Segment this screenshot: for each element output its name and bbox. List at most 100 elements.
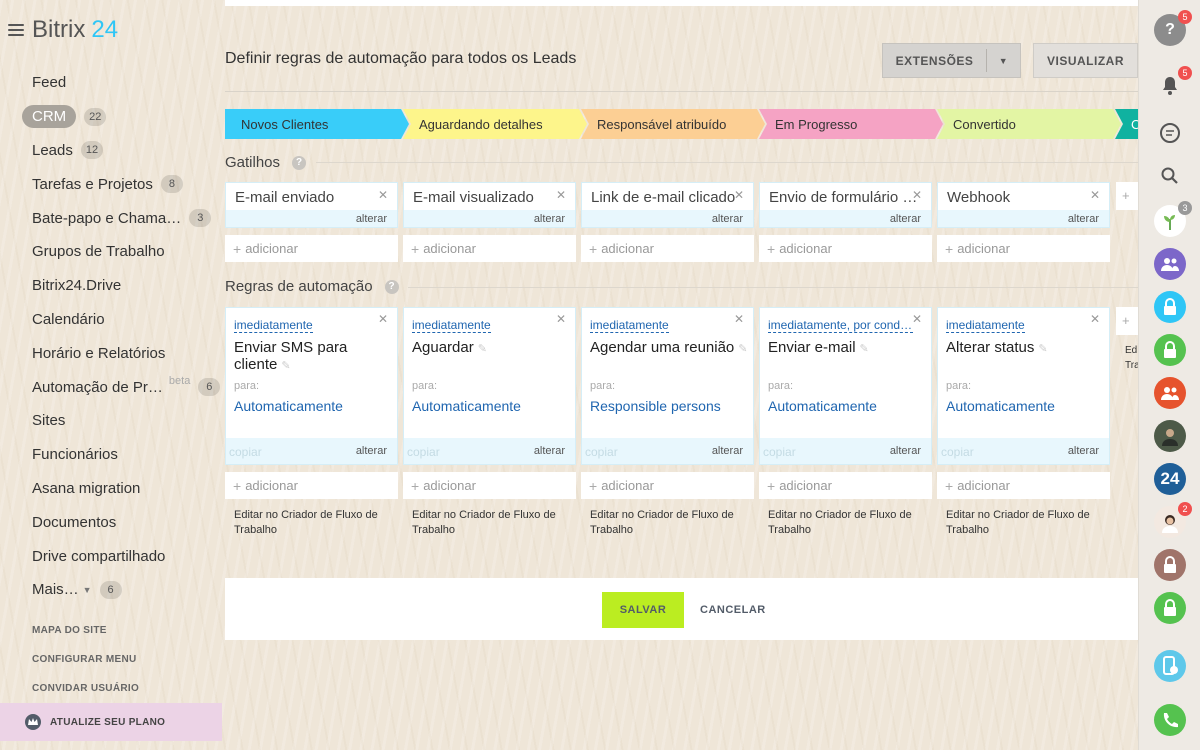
add-rule-button[interactable]: + adicionar	[403, 472, 576, 499]
upgrade-plan-button[interactable]: ATUALIZE SEU PLANO	[0, 703, 222, 741]
phone-transfer-button[interactable]	[1154, 650, 1186, 682]
edit-in-workflow-designer-link[interactable]: Editar no Criador de Fluxo de Trabalho	[412, 508, 582, 538]
sidebar-item[interactable]: CRM 22	[22, 100, 222, 134]
private-chat-avatar[interactable]	[1154, 291, 1186, 323]
user-avatar[interactable]: 2	[1154, 502, 1192, 538]
trigger-card[interactable]: Link de e-mail clicado ✕ alterar	[581, 182, 754, 228]
configure-menu-link[interactable]: CONFIGURAR MENU	[32, 653, 139, 682]
stage-tab[interactable]: Aguardando detalhes	[403, 109, 587, 139]
rule-delay-link[interactable]: imediatamente	[590, 318, 669, 333]
call-button[interactable]	[1154, 704, 1186, 736]
rule-target-value[interactable]: Automaticamente	[234, 398, 343, 414]
automation-rule-card[interactable]: imediatamente ✕ Enviar SMS para cliente ✎…	[225, 307, 398, 465]
sidebar-item[interactable]: Mais… ▼ 6	[22, 573, 222, 607]
stage-tab[interactable]: Em Progresso	[759, 109, 943, 139]
stage-tab[interactable]: Novos Clientes	[225, 109, 409, 139]
logo-text[interactable]: Bitrix	[32, 16, 85, 44]
chat-button[interactable]	[1154, 117, 1186, 149]
automation-rule-card[interactable]: imediatamente ✕ Alterar status ✎ para: Au…	[937, 307, 1110, 465]
rule-delay-link[interactable]: imediatamente, por condi…	[768, 318, 913, 333]
sitemap-link[interactable]: MAPA DO SITE	[32, 624, 139, 653]
edit-rule-link[interactable]: alterar	[534, 445, 565, 457]
add-trigger-button[interactable]: + adicionar	[403, 235, 576, 262]
sidebar-item[interactable]: Bate-papo e Chama… 3	[22, 201, 222, 235]
notifications-button[interactable]: 5	[1154, 66, 1192, 102]
search-button[interactable]	[1154, 160, 1186, 192]
sidebar-item[interactable]: Leads 12	[22, 134, 222, 168]
add-rule-column[interactable]: +	[1116, 307, 1138, 335]
edit-rule-link[interactable]: alterar	[356, 445, 387, 457]
edit-in-workflow-designer-link[interactable]: Editar no Criador de Fluxo de Trabalho	[946, 508, 1116, 538]
stage-tab[interactable]: Responsável atribuído	[581, 109, 765, 139]
pencil-icon[interactable]: ✎	[478, 343, 487, 355]
help-button[interactable]: ? 5	[1154, 10, 1192, 46]
menu-icon[interactable]	[8, 24, 24, 36]
sidebar-item[interactable]: Automação de Pr… beta 6	[22, 370, 222, 404]
add-trigger-button[interactable]: + adicionar	[581, 235, 754, 262]
pencil-icon[interactable]: ✎	[860, 343, 869, 355]
close-icon[interactable]: ✕	[378, 312, 388, 326]
sidebar-item[interactable]: Documentos	[22, 505, 222, 539]
group-chat-avatar[interactable]	[1154, 248, 1186, 280]
close-icon[interactable]: ✕	[556, 188, 566, 202]
edit-rule-link[interactable]: alterar	[712, 445, 743, 457]
add-rule-button[interactable]: + adicionar	[759, 472, 932, 499]
rule-delay-link[interactable]: imediatamente	[234, 318, 313, 333]
copy-rule-link[interactable]: copiar	[585, 445, 618, 459]
preview-button[interactable]: VISUALIZAR	[1033, 43, 1138, 78]
add-trigger-button[interactable]: + adicionar	[759, 235, 932, 262]
close-icon[interactable]: ✕	[378, 188, 388, 202]
trigger-card[interactable]: E-mail visualizado ✕ alterar	[403, 182, 576, 228]
copy-rule-link[interactable]: copiar	[941, 445, 974, 459]
sidebar-item[interactable]: Drive compartilhado	[22, 539, 222, 573]
extensions-button[interactable]: EXTENSÕES ▼	[882, 43, 1021, 78]
sidebar-item[interactable]: Bitrix24.Drive	[22, 269, 222, 303]
close-icon[interactable]: ✕	[556, 312, 566, 326]
sidebar-item[interactable]: Asana migration	[22, 472, 222, 506]
private-chat-avatar[interactable]	[1154, 592, 1186, 624]
close-icon[interactable]: ✕	[912, 312, 922, 326]
chevron-down-icon[interactable]: ▼	[987, 56, 1020, 66]
copy-rule-link[interactable]: copiar	[407, 445, 440, 459]
sidebar-item[interactable]: Funcionários	[22, 438, 222, 472]
add-trigger-button[interactable]: + adicionar	[225, 235, 398, 262]
add-rule-button[interactable]: + adicionar	[225, 472, 398, 499]
edit-trigger-link[interactable]: alterar	[1068, 213, 1099, 225]
copy-rule-link[interactable]: copiar	[229, 445, 262, 459]
sidebar-item[interactable]: Tarefas e Projetos 8	[22, 167, 222, 201]
add-rule-button[interactable]: + adicionar	[937, 472, 1110, 499]
pencil-icon[interactable]: ✎	[738, 343, 747, 355]
close-icon[interactable]: ✕	[1090, 312, 1100, 326]
edit-in-workflow-designer-link[interactable]: Editar no Criador de Fluxo de Trabalho	[590, 508, 760, 538]
automation-rule-card[interactable]: imediatamente, por condi… ✕ Enviar e-mai…	[759, 307, 932, 465]
bitrix24-avatar[interactable]: 24	[1154, 463, 1186, 495]
trigger-card[interactable]: E-mail enviado ✕ alterar	[225, 182, 398, 228]
rule-target-value[interactable]: Automaticamente	[768, 398, 877, 414]
private-chat-avatar[interactable]	[1154, 334, 1186, 366]
cancel-button[interactable]: CANCELAR	[700, 592, 766, 628]
sidebar-item[interactable]: Sites	[22, 404, 222, 438]
pencil-icon[interactable]: ✎	[1038, 343, 1047, 355]
add-trigger-column[interactable]: +	[1116, 182, 1138, 210]
edit-trigger-link[interactable]: alterar	[890, 213, 921, 225]
edit-rule-link[interactable]: alterar	[890, 445, 921, 457]
sidebar-item[interactable]: Calendário	[22, 303, 222, 337]
trigger-card[interactable]: Webhook ✕ alterar	[937, 182, 1110, 228]
add-trigger-button[interactable]: + adicionar	[937, 235, 1110, 262]
edit-trigger-link[interactable]: alterar	[534, 213, 565, 225]
rule-delay-link[interactable]: imediatamente	[412, 318, 491, 333]
trigger-card[interactable]: Envio de formulário d… ✕ alterar	[759, 182, 932, 228]
automation-rule-card[interactable]: imediatamente ✕ Aguardar ✎ para: Automati…	[403, 307, 576, 465]
private-chat-avatar[interactable]	[1154, 549, 1186, 581]
rule-target-value[interactable]: Automaticamente	[412, 398, 521, 414]
save-button[interactable]: SALVAR	[602, 592, 684, 628]
edit-in-workflow-designer-link[interactable]: Editar no Criador de Fluxo de Trabalho	[234, 508, 404, 538]
edit-in-workflow-designer-link[interactable]: Editar no Criador de Fluxo de Trabalho	[768, 508, 938, 538]
help-icon[interactable]: ?	[384, 279, 399, 294]
user-avatar[interactable]	[1154, 420, 1186, 452]
contact-avatar[interactable]: 3	[1154, 201, 1192, 237]
pencil-icon[interactable]: ✎	[281, 360, 290, 372]
rule-target-value[interactable]: Automaticamente	[946, 398, 1055, 414]
add-rule-button[interactable]: + adicionar	[581, 472, 754, 499]
copy-rule-link[interactable]: copiar	[763, 445, 796, 459]
